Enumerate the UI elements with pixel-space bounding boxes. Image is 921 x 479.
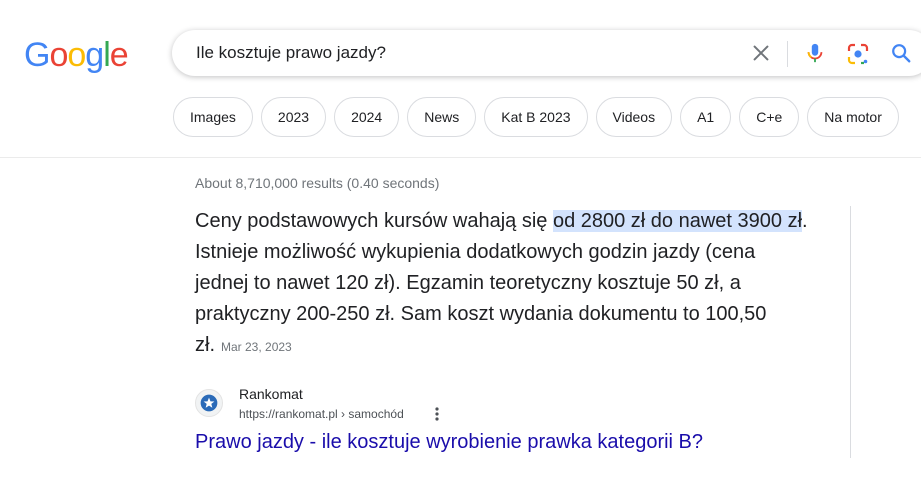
chip-a1[interactable]: A1 [680,97,732,137]
search-results-page: Google Ile kosztuje prawo jazdy? Images … [0,0,921,479]
source-name[interactable]: Rankomat [239,386,303,402]
search-box[interactable]: Ile kosztuje prawo jazdy? [172,30,921,76]
logo-letter: e [109,36,129,74]
logo-letter: o [49,36,68,74]
snippet-date: Mar 23, 2023 [221,340,292,354]
chip-images[interactable]: Images [173,97,253,137]
rankomat-favicon-icon [195,389,223,417]
search-icon[interactable] [890,42,912,64]
lens-icon[interactable] [846,42,870,66]
filter-chips: Images 2023 2024 News Kat B 2023 Videos … [173,97,899,137]
source-url[interactable]: https://rankomat.pl › samochód [239,407,404,421]
chip-news[interactable]: News [407,97,477,137]
header-divider [0,157,921,158]
snippet-text-before: Ceny podstawowych kursów wahają się [195,210,553,232]
chip-2024[interactable]: 2024 [334,97,400,137]
search-input[interactable]: Ile kosztuje prawo jazdy? [196,43,386,63]
chip-na-motor[interactable]: Na motor [807,97,899,137]
logo-letter: o [67,36,86,74]
chip-kat-b-2023[interactable]: Kat B 2023 [484,97,588,137]
result-title-link[interactable]: Prawo jazdy - ile kosztuje wyrobienie pr… [195,431,703,454]
snippet-highlight: od 2800 zł do nawet 3900 zł [552,210,803,232]
clear-icon[interactable] [750,42,772,64]
mic-icon[interactable] [804,41,826,65]
logo-letter: G [24,36,50,74]
search-divider [787,41,788,67]
chip-c-plus-e[interactable]: C+e [739,97,800,137]
chip-videos[interactable]: Videos [595,97,673,137]
logo-letter: g [85,36,104,74]
chip-2023[interactable]: 2023 [260,97,327,137]
more-options-icon[interactable] [434,406,440,422]
google-logo[interactable]: Google [24,36,129,74]
featured-snippet: Ceny podstawowych kursów wahają się od 2… [195,206,810,363]
result-stats: About 8,710,000 results (0.40 seconds) [195,175,440,191]
snippet-side-divider [850,206,851,458]
